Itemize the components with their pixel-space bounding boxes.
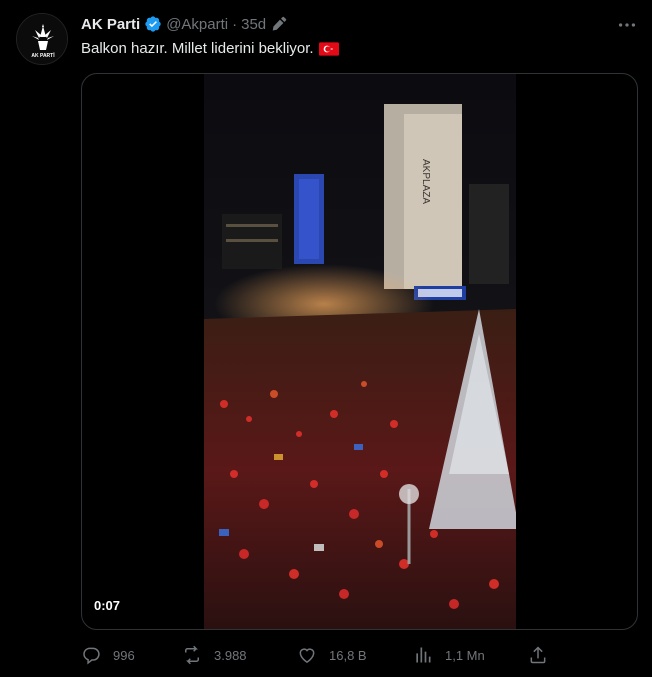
author-handle[interactable]: @Akparti <box>166 16 228 33</box>
reply-button[interactable]: 996 <box>81 642 135 668</box>
video-duration: 0:07 <box>94 598 121 613</box>
views-count: 1,1 Mn <box>445 647 485 663</box>
ak-parti-logo-icon: AK PARTİ <box>17 14 67 64</box>
action-bar: 996 3.988 16,8 B 1,1 Mn <box>81 642 551 668</box>
repost-count: 3.988 <box>214 647 247 663</box>
share-icon <box>530 646 546 664</box>
views-chart-icon <box>416 647 431 663</box>
repost-button[interactable]: 3.988 <box>182 642 247 668</box>
tweet-body: Balkon hazır. Millet liderini bekliyor. <box>81 40 314 57</box>
like-count: 16,8 B <box>329 647 367 663</box>
plaza-sign: AKPLAZA <box>420 159 431 204</box>
heart-icon <box>299 648 315 663</box>
reply-count: 996 <box>113 647 135 663</box>
avatar-text: AK PARTİ <box>31 52 55 59</box>
more-options-icon[interactable] <box>616 14 638 36</box>
repost-icon <box>185 645 199 665</box>
video-player[interactable]: AKPLAZA <box>204 74 516 629</box>
media-container[interactable]: AKPLAZA 0:07 <box>81 73 638 630</box>
tweet-text: Balkon hazır. Millet liderini bekliyor. <box>81 39 339 59</box>
avatar[interactable]: AK PARTİ <box>16 13 68 65</box>
edited-pencil-icon[interactable] <box>270 16 287 33</box>
author-name[interactable]: AK Parti <box>81 16 140 33</box>
separator-dot: · <box>232 15 238 33</box>
verified-badge-icon[interactable] <box>144 15 162 33</box>
video-frame: AKPLAZA <box>204 74 516 629</box>
turkey-flag-icon <box>318 42 339 56</box>
like-button[interactable]: 16,8 B <box>297 642 367 668</box>
tweet-header: AK Parti @Akparti · 35d <box>81 14 636 34</box>
views-button[interactable]: 1,1 Mn <box>413 642 485 668</box>
reply-icon <box>83 647 100 665</box>
timestamp[interactable]: 35d <box>241 16 266 33</box>
share-button[interactable] <box>528 642 548 668</box>
